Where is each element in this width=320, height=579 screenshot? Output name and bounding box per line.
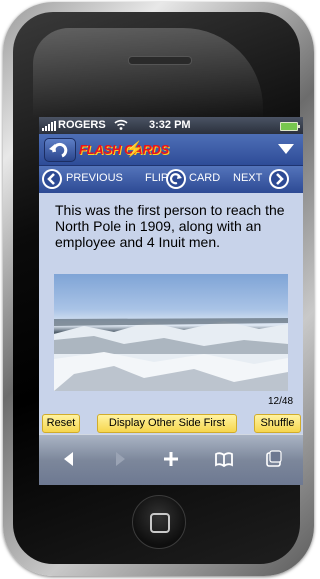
signal-strength-icon xyxy=(42,121,56,131)
card-counter: 12/48 xyxy=(268,396,294,407)
chevron-left-icon xyxy=(44,171,60,187)
flip-label[interactable]: FLIP xyxy=(145,172,168,184)
display-other-side-first-button[interactable]: Display Other Side First xyxy=(97,414,237,433)
previous-label[interactable]: PREVIOUS xyxy=(66,172,123,184)
shuffle-button[interactable]: Shuffle xyxy=(254,414,301,433)
pages-icon[interactable] xyxy=(265,449,283,469)
bookmarks-icon[interactable] xyxy=(214,449,234,469)
wifi-icon xyxy=(114,119,128,130)
reset-button[interactable]: Reset xyxy=(42,414,80,433)
phone-sheen xyxy=(33,28,263,118)
logo-text: FLASH CARDS xyxy=(79,142,169,157)
card-navigation: PREVIOUS FLIP CARD NEXT xyxy=(39,166,303,193)
lightning-bolt-icon: ⚡ xyxy=(125,141,144,158)
battery-icon xyxy=(280,122,300,131)
flash-cards-logo: FLASH CARDS ⚡ xyxy=(79,141,169,158)
chevron-right-icon xyxy=(271,171,287,187)
screen: ROGERS 3:32 PM FLASH CARDS ⚡ PREVIOUS FL… xyxy=(39,117,303,485)
back-icon[interactable] xyxy=(61,449,77,469)
carrier-name: ROGERS xyxy=(58,119,106,131)
next-label[interactable]: NEXT xyxy=(233,172,262,184)
browser-toolbar xyxy=(39,434,303,485)
next-button[interactable] xyxy=(269,169,289,189)
undo-arrow-icon xyxy=(49,142,68,158)
menu-dropdown-icon[interactable] xyxy=(278,144,294,154)
home-square-icon xyxy=(150,513,170,533)
previous-button[interactable] xyxy=(42,169,62,189)
forward-icon[interactable] xyxy=(112,449,128,469)
home-button[interactable] xyxy=(132,495,186,549)
card-photo-snowy-mountains xyxy=(54,274,288,391)
card-question-text: This was the first person to reach the N… xyxy=(55,202,285,250)
speaker-grille xyxy=(128,56,192,65)
status-time: 3:32 PM xyxy=(149,119,191,131)
flip-card-button[interactable] xyxy=(166,169,186,189)
card-label[interactable]: CARD xyxy=(189,172,220,184)
status-bar: ROGERS 3:32 PM xyxy=(39,117,303,134)
action-bar: Reset Display Other Side First Shuffle xyxy=(39,412,303,434)
rotate-icon xyxy=(168,171,184,187)
undo-button[interactable] xyxy=(44,138,76,162)
app-header: FLASH CARDS ⚡ xyxy=(39,134,303,166)
mountain-landscape-image xyxy=(54,318,288,391)
add-icon[interactable] xyxy=(162,449,180,469)
